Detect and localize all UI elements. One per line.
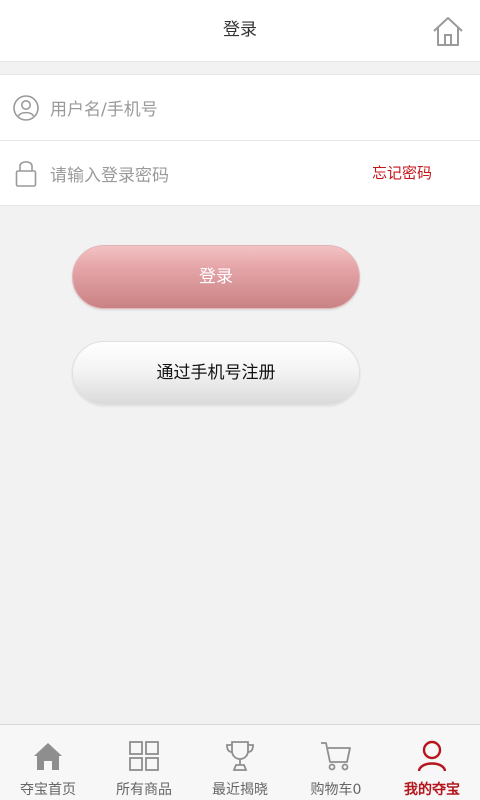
login-screen: 登录 用户名/手机号 请输入登录密码 忘记密码 登录 通过手机号注册 夺宝首页 … <box>0 0 480 800</box>
tab-cart[interactable]: 购物车0 <box>288 725 384 800</box>
tab-label: 购物车0 <box>310 782 362 798</box>
tab-label: 夺宝首页 <box>20 782 76 798</box>
tab-label: 最近揭晓 <box>212 782 268 798</box>
user-icon <box>414 737 450 775</box>
home-icon <box>30 737 66 775</box>
page-title: 登录 <box>223 20 257 40</box>
tab-home[interactable]: 夺宝首页 <box>0 725 96 800</box>
tab-my-account[interactable]: 我的夺宝 <box>384 725 480 800</box>
trophy-icon <box>222 737 258 775</box>
tab-label: 所有商品 <box>116 782 172 798</box>
user-icon <box>0 75 50 140</box>
home-button[interactable] <box>430 13 466 49</box>
cart-icon <box>318 737 354 775</box>
grid-icon <box>126 737 162 775</box>
home-icon <box>433 17 463 46</box>
password-row: 请输入登录密码 忘记密码 <box>0 140 480 205</box>
lock-icon <box>0 141 50 206</box>
login-form: 用户名/手机号 请输入登录密码 忘记密码 <box>0 74 480 206</box>
login-button[interactable]: 登录 <box>72 245 360 309</box>
username-row: 用户名/手机号 <box>0 75 480 140</box>
username-input[interactable]: 用户名/手机号 <box>50 75 480 140</box>
tab-all-products[interactable]: 所有商品 <box>96 725 192 800</box>
header-bar: 登录 <box>0 0 480 62</box>
forgot-password-link[interactable]: 忘记密码 <box>372 141 432 206</box>
bottom-tab-bar: 夺宝首页 所有商品 最近揭晓 购物车0 我的夺宝 <box>0 724 480 800</box>
register-by-phone-button[interactable]: 通过手机号注册 <box>72 341 360 405</box>
tab-label: 我的夺宝 <box>404 782 460 798</box>
tab-recent-results[interactable]: 最近揭晓 <box>192 725 288 800</box>
